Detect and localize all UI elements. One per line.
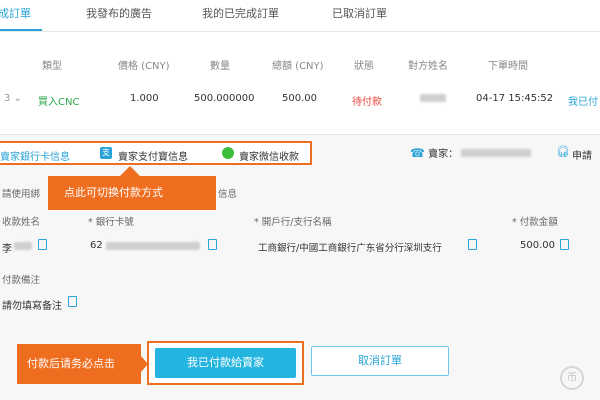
tab-seller-bank-card[interactable]: 賣家銀行卡信息 — [0, 148, 70, 163]
order-status: 待付款 — [352, 97, 382, 108]
alipay-icon: 支 — [100, 147, 112, 159]
tab-cancelled-orders[interactable]: 已取消訂單 — [332, 5, 387, 21]
copy-icon[interactable] — [68, 296, 77, 307]
payment-amount-value: 500.00 — [520, 240, 555, 251]
wechat-icon — [222, 147, 234, 159]
copy-icon[interactable] — [560, 239, 569, 250]
seller-contact: ☎ 賣家： — [410, 145, 532, 160]
watermark-logo-text: 币 — [566, 371, 578, 384]
tab-completed-orders[interactable]: 我的已完成訂單 — [202, 5, 279, 21]
card-number-label: * 銀行卡號 — [88, 217, 134, 228]
row-action-link[interactable]: 我已付 — [568, 93, 598, 108]
column-header-type: 類型 — [42, 61, 62, 72]
bank-branch-value: 工商銀行/中國工商銀行广东省分行深圳支行 — [258, 243, 442, 254]
seller-label: 賣家： — [428, 149, 459, 160]
bank-hint-right: 信息 — [218, 189, 238, 200]
payee-name-label: 收款姓名 — [2, 217, 41, 228]
watermark-logo: 币 — [560, 366, 584, 390]
switch-payment-callout-text: 点此可切换付款方式 — [64, 186, 163, 199]
phone-icon: ☎ — [410, 146, 425, 160]
order-time: 04-17 15:45:52 — [476, 93, 554, 104]
confirm-after-pay-callout: 付款后请务必点击 — [17, 344, 141, 384]
order-price: 1.000 — [130, 93, 159, 104]
appeal-link[interactable]: 申請 — [572, 147, 592, 162]
cancel-order-button[interactable]: 取消訂單 — [311, 346, 449, 376]
tab-seller-alipay[interactable]: 賣家支付寶信息 — [118, 148, 188, 163]
tab-my-ads[interactable]: 我發布的廣告 — [86, 5, 152, 21]
bank-branch-label: * 開戶行/支行名稱 — [254, 217, 332, 228]
order-amount: 500.000000 — [194, 93, 255, 104]
active-tab-underline — [0, 29, 42, 31]
bank-hint-left: 請使用綁 — [2, 189, 41, 200]
order-type: 買入CNC — [38, 97, 80, 108]
payment-method-tabs: 賣家銀行卡信息 支 賣家支付寶信息 賣家微信收款 — [0, 141, 312, 165]
tab-in-progress-orders[interactable]: 成訂單 — [0, 5, 31, 21]
payment-note-label: 付款備注 — [2, 275, 41, 286]
tab-seller-wechat[interactable]: 賣家微信收款 — [239, 148, 299, 163]
column-header-status: 狀態 — [354, 61, 374, 72]
copy-icon[interactable] — [38, 239, 47, 250]
column-header-counterparty: 對方姓名 — [408, 61, 448, 72]
order-tabs-bar: 成訂單 我發布的廣告 我的已完成訂單 已取消訂單 — [0, 0, 600, 32]
copy-icon[interactable] — [468, 239, 477, 250]
orders-table-header: 類型 價格 (CNY) 數量 總額 (CNY) 狀態 對方姓名 下單時間 — [0, 52, 600, 74]
column-header-price: 價格 (CNY) — [118, 61, 170, 72]
payment-amount-label: * 付款金額 — [512, 217, 558, 228]
confirm-button-highlight: 我已付款給賣家 — [147, 341, 304, 385]
confirm-paid-button[interactable]: 我已付款給賣家 — [155, 348, 296, 378]
payment-note-value: 請勿填寫备注 — [2, 301, 62, 312]
callout-arrow-up — [120, 166, 140, 176]
counterparty-name-blurred — [420, 94, 446, 102]
table-row: 3 ⌄ 買入CNC 1.000 500.000000 500.00 待付款 04… — [0, 80, 600, 116]
column-header-order-time: 下單時間 — [488, 61, 528, 72]
payee-name-value: 李 — [2, 244, 12, 255]
card-number-value: 62 — [90, 240, 103, 251]
card-number-blurred — [106, 242, 200, 250]
seller-phone-blurred — [461, 149, 532, 157]
order-total: 500.00 — [282, 93, 317, 104]
confirm-after-pay-callout-text: 付款后请务必点击 — [27, 357, 115, 370]
copy-icon[interactable] — [208, 239, 217, 250]
payee-name-blurred — [14, 242, 32, 250]
column-header-total: 總額 (CNY) — [272, 61, 324, 72]
chevron-down-icon[interactable]: 3 ⌄ — [4, 93, 22, 104]
headset-icon: 🎧︎ — [556, 145, 570, 158]
switch-payment-callout: 点此可切换付款方式 — [48, 176, 216, 210]
column-header-amount: 數量 — [210, 61, 230, 72]
